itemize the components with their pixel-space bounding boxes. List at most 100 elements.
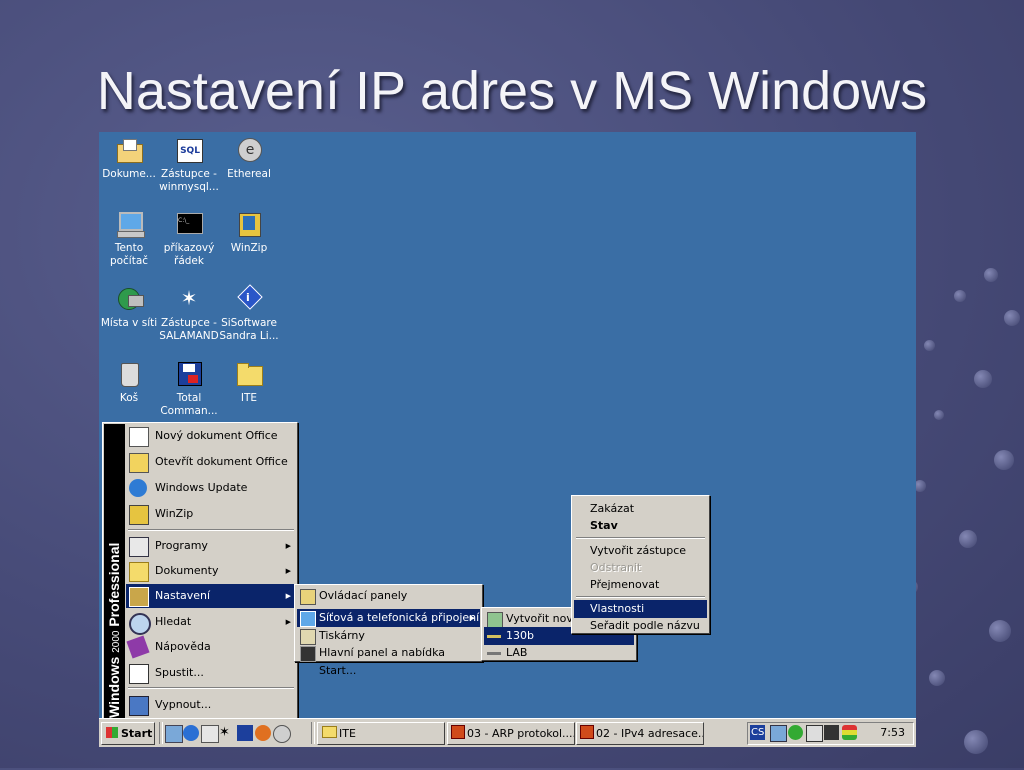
- icon-label: Místa v síti: [100, 317, 158, 329]
- shutdown-icon: [129, 696, 149, 716]
- start-item-shutdown[interactable]: Vypnout...: [126, 693, 296, 717]
- start-item-new-office-doc[interactable]: Nový dokument Office: [126, 424, 296, 448]
- desktop-icon-network-places[interactable]: Místa v síti: [99, 283, 161, 330]
- windows-update-icon: [129, 479, 147, 497]
- icon-label: SiSoftware Sandra Li...: [219, 317, 279, 342]
- start-item-windows-update[interactable]: Windows Update: [126, 476, 296, 500]
- context-menu: Zakázat Stav Vytvořit zástupce Odstranit…: [571, 495, 710, 634]
- context-item-properties[interactable]: Vlastnosti: [574, 600, 707, 618]
- context-item-status[interactable]: Stav: [574, 517, 707, 535]
- icon-label: Zástupce - SALAMAND: [159, 317, 219, 342]
- start-item-settings[interactable]: Nastavení ▶: [126, 584, 296, 608]
- command-prompt-icon: C:\_: [174, 210, 204, 238]
- settings-submenu: Ovládací panely Síťová a telefonická při…: [294, 584, 483, 677]
- monitor-tray-icon[interactable]: [824, 725, 839, 740]
- outlook-icon[interactable]: [201, 725, 219, 743]
- start-menu-banner: Windows 2000 Professional: [104, 424, 125, 718]
- clock[interactable]: 7:53: [880, 723, 905, 742]
- search-icon: [129, 613, 151, 635]
- lan-connection-icon: [487, 635, 501, 638]
- folder-icon: [322, 726, 337, 738]
- start-item-winzip[interactable]: WinZip: [126, 502, 296, 526]
- desktop-icon-command-prompt[interactable]: C:\_ příkazový řádek: [157, 208, 221, 268]
- my-documents-icon: [114, 136, 144, 164]
- settings-item-printers[interactable]: Tiskárny: [297, 627, 480, 645]
- show-desktop-icon[interactable]: [165, 725, 183, 743]
- task-button-ite[interactable]: ITE: [317, 722, 445, 745]
- salamander-icon: ✶: [180, 286, 198, 310]
- submenu-arrow-icon: ▶: [285, 567, 291, 575]
- new-connection-icon: [487, 612, 503, 628]
- task-button-ipv4[interactable]: 02 - IPv4 adresace....: [576, 722, 704, 745]
- desktop-icon-my-computer[interactable]: Tento počítač: [99, 208, 161, 268]
- sandra-icon: i: [234, 284, 264, 313]
- desktop-icon-total-commander[interactable]: Total Comman...: [157, 358, 221, 418]
- icon-label: Zástupce - winmysql...: [159, 168, 219, 193]
- network-tray-icon[interactable]: [770, 725, 787, 742]
- banner-edition: Professional: [106, 542, 122, 627]
- desktop-icon-winzip[interactable]: WinZip: [217, 208, 281, 255]
- winzip-icon: [129, 505, 149, 525]
- start-item-search[interactable]: Hledat ▶: [126, 610, 296, 635]
- office-open-icon: [129, 453, 149, 473]
- windows-desktop: Dokume... SQL Zástupce - winmysql... e E…: [99, 132, 916, 747]
- documents-folder-icon: [129, 562, 149, 582]
- desktop-icon-ite-folder[interactable]: ITE: [217, 358, 281, 405]
- ethereal-icon: e: [234, 136, 264, 164]
- sql-shortcut-icon: SQL: [174, 136, 204, 164]
- powerpoint-icon: [451, 725, 465, 739]
- desktop-icon-my-documents[interactable]: Dokume...: [99, 134, 161, 181]
- start-button[interactable]: Start: [101, 722, 155, 745]
- icon-label: Ethereal: [227, 168, 271, 180]
- desktop-icon-sandra[interactable]: i SiSoftware Sandra Li...: [217, 283, 281, 343]
- system-tray: CS 7:53: [747, 722, 914, 745]
- run-icon: [129, 664, 149, 684]
- start-item-help[interactable]: Nápověda: [126, 635, 296, 659]
- language-indicator[interactable]: CS: [750, 725, 766, 740]
- network-item-lab[interactable]: LAB: [484, 644, 634, 662]
- desktop-icon-salamander[interactable]: ✶ Zástupce - SALAMAND: [157, 283, 221, 343]
- desktop-icon-sql-shortcut[interactable]: SQL Zástupce - winmysql...: [157, 134, 221, 194]
- start-item-open-office-doc[interactable]: Otevřít dokument Office: [126, 450, 296, 474]
- control-panel-icon: [300, 589, 316, 605]
- banner-windows: Windows: [106, 656, 122, 718]
- start-item-run[interactable]: Spustit...: [126, 661, 296, 685]
- context-item-disable[interactable]: Zakázat: [574, 500, 707, 518]
- network-places-icon: [114, 285, 144, 313]
- desktop-icon-ethereal[interactable]: e Ethereal: [217, 134, 281, 181]
- display-tray-icon[interactable]: [806, 725, 823, 742]
- settings-item-network-connections[interactable]: Síťová a telefonická připojení ▶: [297, 609, 480, 627]
- traffic-light-icon[interactable]: [842, 725, 857, 740]
- desktop-icon-recycle-bin[interactable]: Koš: [99, 358, 161, 405]
- settings-item-control-panel[interactable]: Ovládací panely: [297, 587, 480, 605]
- start-item-documents[interactable]: Dokumenty ▶: [126, 559, 296, 583]
- task-button-arp[interactable]: 03 - ARP protokol....: [447, 722, 575, 745]
- menu-separator: [128, 529, 294, 531]
- media-tray-icon[interactable]: [788, 725, 803, 740]
- menu-separator: [576, 537, 705, 539]
- slide-title: Nastavení IP adres v MS Windows: [96, 61, 928, 121]
- menu-separator: [128, 687, 294, 689]
- tasks-separator: [311, 722, 315, 744]
- ethereal-icon[interactable]: [273, 725, 291, 743]
- programs-icon: [129, 537, 149, 557]
- icon-label: Koš: [119, 392, 139, 404]
- context-item-sort-by-name[interactable]: Seřadit podle názvu: [574, 617, 707, 635]
- winzip-icon: [234, 210, 264, 238]
- submenu-arrow-icon: ▶: [469, 614, 475, 622]
- banner-version: 2000: [111, 630, 122, 653]
- network-connections-icon: [300, 611, 316, 627]
- start-menu: Windows 2000 Professional Nový dokument …: [102, 422, 298, 720]
- firefox-icon[interactable]: [255, 725, 271, 741]
- settings-icon: [129, 587, 149, 607]
- settings-item-taskbar-start[interactable]: Hlavní panel a nabídka Start...: [297, 644, 480, 677]
- icon-label: příkazový řádek: [163, 242, 215, 267]
- recycle-bin-icon: [114, 360, 144, 388]
- context-item-rename[interactable]: Přejmenovat: [574, 576, 707, 594]
- context-item-create-shortcut[interactable]: Vytvořit zástupce: [574, 542, 707, 560]
- internet-explorer-icon[interactable]: [183, 725, 199, 741]
- total-commander-icon[interactable]: [237, 725, 253, 741]
- icon-label: ITE: [240, 392, 258, 404]
- start-item-programs[interactable]: Programy ▶: [126, 534, 296, 558]
- salamander-icon[interactable]: ✶: [219, 725, 235, 741]
